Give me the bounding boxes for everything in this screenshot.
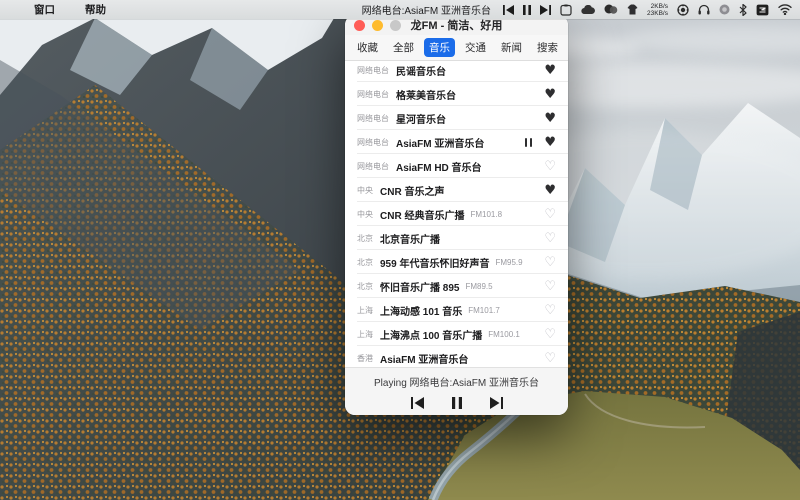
station-name: CNR 音乐之声: [380, 183, 444, 198]
station-row[interactable]: 中央 CNR 经典音乐广播 FM101.8 ♡: [345, 202, 568, 226]
station-name: AsiaFM 亚洲音乐台: [380, 351, 468, 366]
station-list-inner: 网络电台 民谣音乐台 ♥ 网络电台 格莱美音乐台 ♥ 网络电台 星河音乐台 ♥ …: [345, 61, 568, 368]
station-frequency: FM100.1: [488, 330, 520, 339]
tab-搜索[interactable]: 搜索: [532, 38, 563, 57]
globe-icon[interactable]: [677, 3, 689, 17]
station-region-label: 北京: [357, 257, 373, 268]
station-region-label: 上海: [357, 329, 373, 340]
station-name: 上海沸点 100 音乐广播: [380, 327, 482, 342]
station-name: 上海动感 101 音乐: [380, 303, 462, 318]
radio-app-window: 龙FM - 简洁、好用 收藏全部音乐交通新闻搜索VIP关于 网络电台 民谣音乐台…: [345, 15, 568, 415]
menubar-status-area: 网络电台:AsiaFM 亚洲音乐台 2KB/s 23KB/s: [362, 2, 800, 17]
menu-window[interactable]: 窗口: [34, 2, 55, 17]
favorite-heart-icon[interactable]: ♥: [544, 64, 556, 77]
station-name: AsiaFM 亚洲音乐台: [396, 135, 484, 150]
station-list[interactable]: 网络电台 民谣音乐台 ♥ 网络电台 格莱美音乐台 ♥ 网络电台 星河音乐台 ♥ …: [345, 61, 568, 368]
station-row[interactable]: 北京 北京音乐广播 ♡: [345, 226, 568, 250]
next-icon[interactable]: [540, 3, 551, 17]
next-track-button[interactable]: [488, 395, 505, 411]
previous-track-button[interactable]: [409, 395, 426, 411]
favorite-heart-icon[interactable]: ♥: [544, 184, 556, 197]
close-button[interactable]: [354, 20, 365, 31]
tab-新闻[interactable]: 新闻: [496, 38, 527, 57]
zoom-button-disabled: [390, 20, 401, 31]
cloud-icon[interactable]: [581, 3, 595, 17]
station-name: 格莱美音乐台: [396, 87, 456, 102]
station-name: 民谣音乐台: [396, 63, 446, 78]
upload-speed: 2KB/s: [651, 3, 668, 10]
favorite-heart-icon[interactable]: ♡: [544, 328, 556, 341]
favorite-heart-icon[interactable]: ♡: [544, 208, 556, 221]
station-name: 怀旧音乐广播 895: [380, 279, 459, 294]
station-region-label: 香港: [357, 353, 373, 364]
station-row[interactable]: 网络电台 AsiaFM 亚洲音乐台 ♥: [345, 130, 568, 154]
tab-交通[interactable]: 交通: [460, 38, 491, 57]
network-speed-indicator[interactable]: 2KB/s 23KB/s: [647, 3, 668, 17]
macos-menubar: 窗口 帮助 网络电台:AsiaFM 亚洲音乐台 2KB/s 23KB/s: [0, 0, 800, 19]
station-row[interactable]: 北京 怀旧音乐广播 895 FM89.5 ♡: [345, 274, 568, 298]
station-frequency: FM89.5: [465, 282, 492, 291]
pause-button[interactable]: [450, 395, 464, 411]
menubar-now-playing: 网络电台:AsiaFM 亚洲音乐台: [362, 2, 491, 17]
station-region-label: 上海: [357, 305, 373, 316]
screen-share-icon[interactable]: [756, 3, 769, 17]
station-row[interactable]: 中央 CNR 音乐之声 ♥: [345, 178, 568, 202]
station-frequency: FM95.9: [495, 258, 522, 267]
station-region-label: 网络电台: [357, 137, 389, 148]
favorite-heart-icon[interactable]: ♡: [544, 256, 556, 269]
station-row[interactable]: 网络电台 民谣音乐台 ♥: [345, 61, 568, 82]
tab-收藏[interactable]: 收藏: [352, 38, 383, 57]
station-name: AsiaFM HD 音乐台: [396, 159, 482, 174]
menu-help[interactable]: 帮助: [85, 2, 106, 17]
category-tabbar: 收藏全部音乐交通新闻搜索VIP关于: [345, 35, 568, 61]
station-region-label: 中央: [357, 209, 373, 220]
favorite-heart-icon[interactable]: ♡: [544, 280, 556, 293]
station-row[interactable]: 网络电台 星河音乐台 ♥: [345, 106, 568, 130]
favorite-heart-icon[interactable]: ♡: [544, 160, 556, 173]
station-row[interactable]: 北京 959 年代音乐怀旧好声音 FM95.9 ♡: [345, 250, 568, 274]
favorite-heart-icon[interactable]: ♡: [544, 352, 556, 365]
circle-icon[interactable]: [719, 3, 730, 17]
shirt-icon[interactable]: [627, 3, 638, 17]
station-region-label: 网络电台: [357, 65, 389, 76]
station-region-label: 网络电台: [357, 89, 389, 100]
bluetooth-icon[interactable]: [739, 3, 747, 17]
minimize-button[interactable]: [372, 20, 383, 31]
favorite-heart-icon[interactable]: ♡: [544, 304, 556, 317]
download-speed: 23KB/s: [647, 10, 668, 17]
playing-status: Playing 网络电台:AsiaFM 亚洲音乐台: [374, 374, 539, 389]
station-row[interactable]: 网络电台 AsiaFM HD 音乐台 ♡: [345, 154, 568, 178]
traffic-lights: [345, 20, 401, 31]
player-bar: Playing 网络电台:AsiaFM 亚洲音乐台: [345, 367, 568, 415]
station-region-label: 北京: [357, 233, 373, 244]
station-row[interactable]: 上海 上海动感 101 音乐 FM101.7 ♡: [345, 298, 568, 322]
now-playing-pause-icon[interactable]: [525, 138, 533, 147]
pause-icon[interactable]: [523, 3, 531, 17]
station-name: 北京音乐广播: [380, 231, 440, 246]
favorite-heart-icon[interactable]: ♡: [544, 232, 556, 245]
station-frequency: FM101.8: [470, 210, 502, 219]
favorite-heart-icon[interactable]: ♥: [544, 88, 556, 101]
station-row[interactable]: 网络电台 格莱美音乐台 ♥: [345, 82, 568, 106]
headphones-icon[interactable]: [698, 3, 710, 17]
station-row[interactable]: 香港 AsiaFM 亚洲音乐台 ♡: [345, 346, 568, 368]
station-name: 959 年代音乐怀旧好声音: [380, 255, 489, 270]
station-region-label: 北京: [357, 281, 373, 292]
station-region-label: 网络电台: [357, 161, 389, 172]
tab-全部[interactable]: 全部: [388, 38, 419, 57]
previous-icon[interactable]: [503, 3, 514, 17]
chat-icon[interactable]: [604, 3, 618, 17]
wifi-icon[interactable]: [778, 3, 792, 17]
favorite-heart-icon[interactable]: ♥: [544, 112, 556, 125]
station-frequency: FM101.7: [468, 306, 500, 315]
station-name: CNR 经典音乐广播: [380, 207, 464, 222]
favorite-heart-icon[interactable]: ♥: [544, 136, 556, 149]
station-region-label: 中央: [357, 185, 373, 196]
station-region-label: 网络电台: [357, 113, 389, 124]
transport-controls: [409, 395, 505, 411]
station-row[interactable]: 上海 上海沸点 100 音乐广播 FM100.1 ♡: [345, 322, 568, 346]
tab-音乐[interactable]: 音乐: [424, 38, 455, 57]
station-name: 星河音乐台: [396, 111, 446, 126]
clipboard-icon[interactable]: [560, 3, 572, 17]
